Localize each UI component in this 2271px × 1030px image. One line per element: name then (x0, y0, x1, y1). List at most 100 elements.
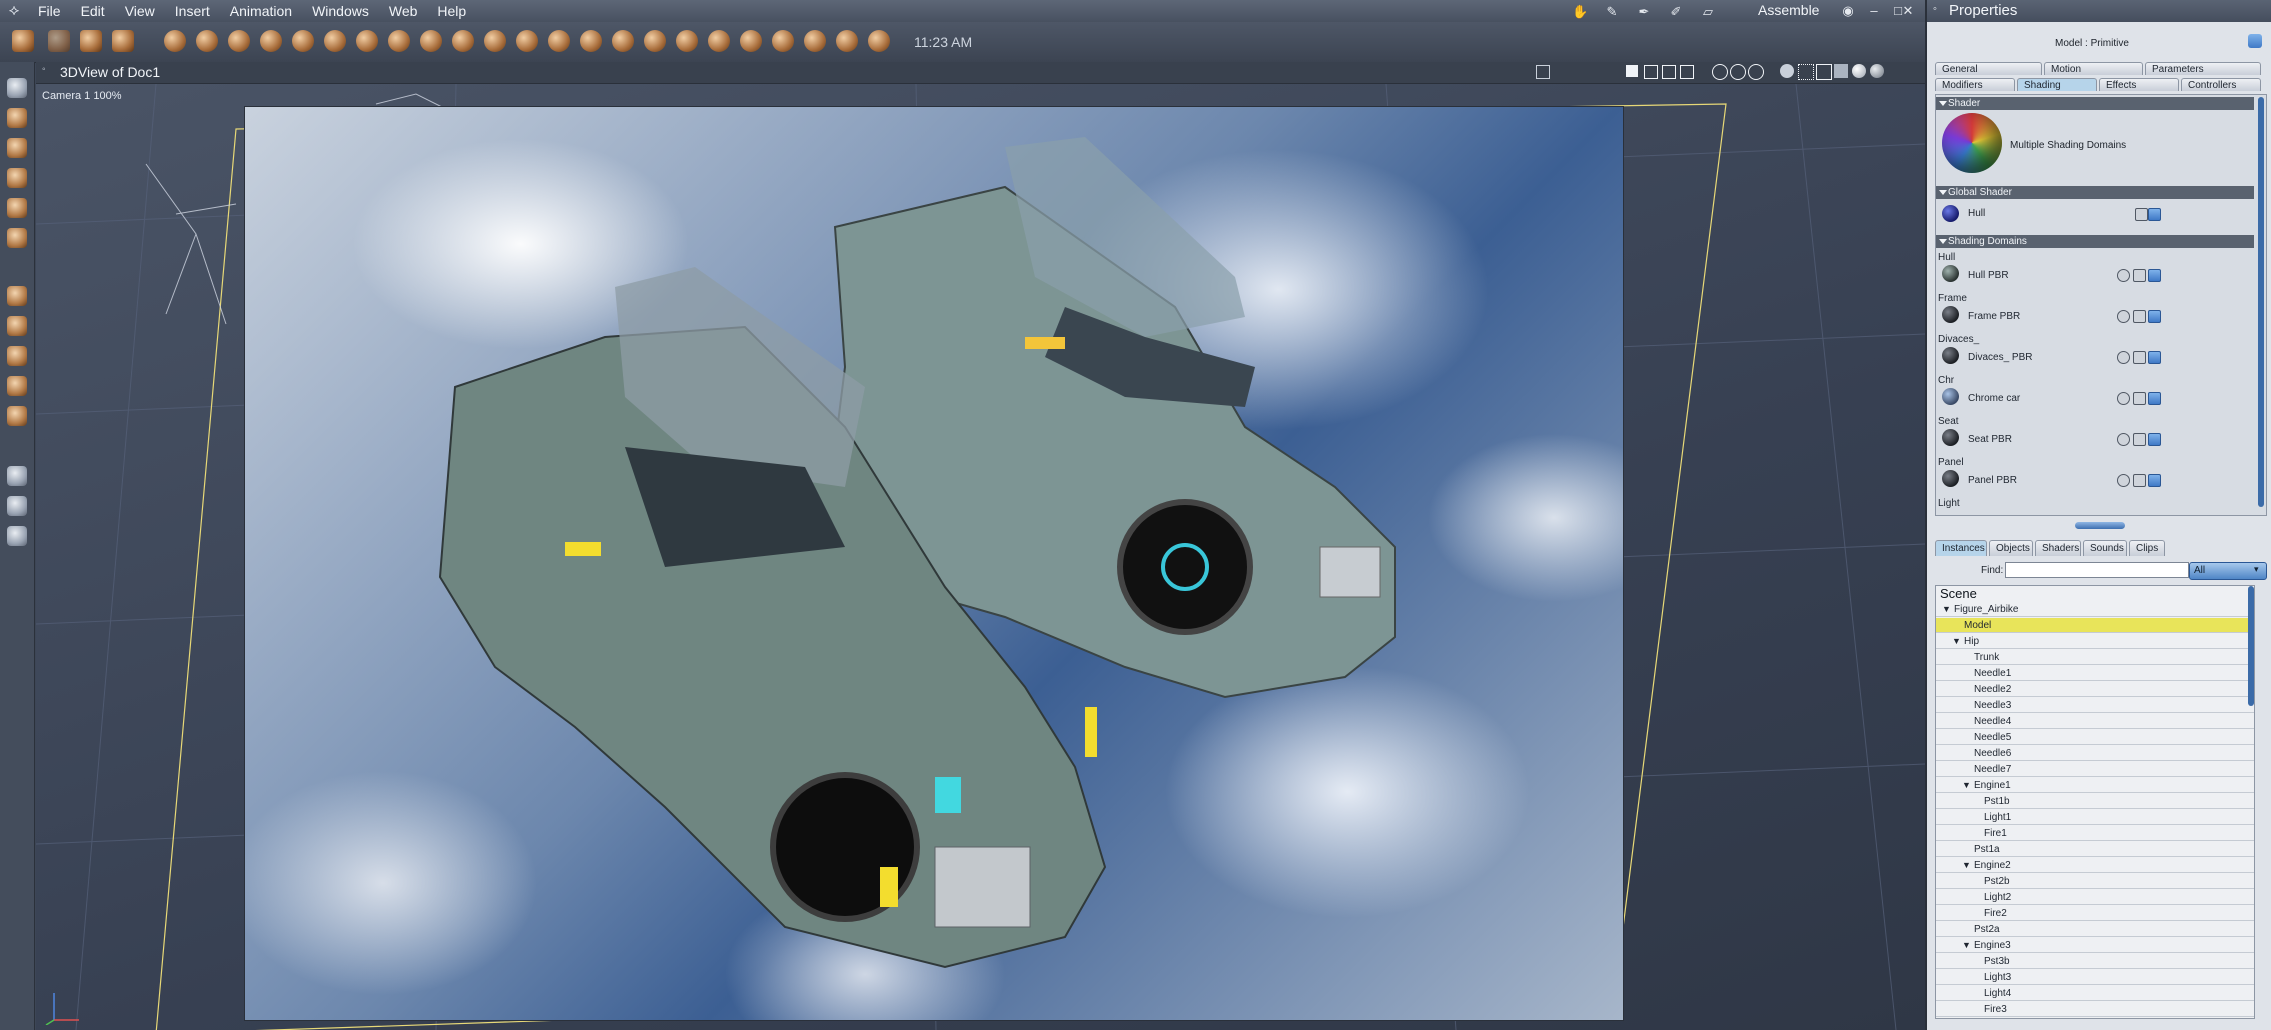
layout-four-icon[interactable] (1680, 65, 1694, 79)
global-shader-dice-icon[interactable] (2135, 208, 2148, 221)
domain-menu-icon[interactable] (2148, 310, 2161, 323)
tree-item[interactable]: Light2 (1936, 890, 2254, 905)
tree-scrollbar[interactable] (2248, 586, 2254, 706)
tab-shaders[interactable]: Shaders (2035, 540, 2081, 556)
molecule-primitive-icon[interactable] (804, 30, 826, 52)
text-primitive-icon[interactable] (324, 30, 346, 52)
gear-primitive-icon[interactable] (292, 30, 314, 52)
translate-tool-icon[interactable] (112, 30, 134, 52)
eye-icon[interactable]: ◉ (1840, 3, 1856, 19)
pan-camera-icon[interactable] (7, 286, 27, 306)
tree-item[interactable]: Needle5 (1936, 730, 2254, 745)
tree-item[interactable]: Pst2b (1936, 874, 2254, 889)
domain-ball-icon[interactable] (1942, 347, 1959, 364)
tab-sounds[interactable]: Sounds (2083, 540, 2127, 556)
tree-item[interactable]: Fire3 (1936, 1002, 2254, 1017)
camera-icon[interactable] (7, 466, 27, 486)
hand-pan-icon[interactable] (7, 496, 27, 516)
menu-view[interactable]: View (115, 3, 165, 19)
tree-item[interactable]: Fire1 (1936, 826, 2254, 841)
shading-domains-section-header[interactable]: Shading Domains (1936, 235, 2254, 248)
domain-menu-icon[interactable] (2148, 392, 2161, 405)
tab-general[interactable]: General (1935, 62, 2042, 75)
menu-file[interactable]: File (28, 3, 71, 19)
domain-link-icon[interactable] (2117, 474, 2130, 487)
tree-item[interactable]: Pst1a (1936, 842, 2254, 857)
domain-ball-icon[interactable] (1942, 470, 1959, 487)
domain-ball-icon[interactable] (1942, 265, 1959, 282)
domain-dice-icon[interactable] (2133, 474, 2146, 487)
ruler-room-icon[interactable]: ▱ (1700, 4, 1716, 20)
smooth-view-icon[interactable] (1852, 64, 1866, 78)
tree-item[interactable]: Fire2 (1936, 906, 2254, 921)
menu-animation[interactable]: Animation (220, 3, 302, 19)
tab-motion[interactable]: Motion (2044, 62, 2143, 75)
tree-item[interactable]: Needle4 (1936, 714, 2254, 729)
house-primitive-icon[interactable] (612, 30, 634, 52)
domain-link-icon[interactable] (2117, 433, 2130, 446)
tree-item[interactable]: Pst1b (1936, 794, 2254, 809)
filter-select[interactable]: All ▾ (2189, 562, 2267, 580)
domain-ball-icon[interactable] (1942, 388, 1959, 405)
tab-effects[interactable]: Effects (2099, 78, 2179, 91)
tree-item[interactable]: Pst3b (1936, 954, 2254, 969)
tree-item[interactable]: Light4 (1936, 986, 2254, 1001)
plane-primitive-icon[interactable] (388, 30, 410, 52)
dolly-camera-icon[interactable] (7, 316, 27, 336)
domain-dice-icon[interactable] (2133, 269, 2146, 282)
domain-menu-icon[interactable] (2148, 474, 2161, 487)
domain-dice-icon[interactable] (2133, 351, 2146, 364)
menu-edit[interactable]: Edit (71, 3, 115, 19)
domain-dice-icon[interactable] (2133, 392, 2146, 405)
grab-tool-icon[interactable] (48, 30, 70, 52)
expand-triangle-icon[interactable]: ▼ (1942, 602, 1951, 617)
tree-item[interactable]: Pst2a (1936, 922, 2254, 937)
tab-shading[interactable]: Shading (2017, 78, 2097, 91)
tab-instances[interactable]: Instances (1935, 540, 1987, 556)
minimize-icon[interactable]: – (1866, 3, 1882, 19)
sparkle-primitive-icon[interactable] (772, 30, 794, 52)
app-logo-icon[interactable]: ⟡ (0, 0, 28, 22)
scale-icon[interactable] (7, 168, 27, 188)
cog-primitive-icon[interactable] (516, 30, 538, 52)
domain-menu-icon[interactable] (2148, 351, 2161, 364)
menu-insert[interactable]: Insert (165, 3, 220, 19)
domain-link-icon[interactable] (2117, 310, 2130, 323)
brush-room-icon[interactable]: ✎ (1604, 4, 1620, 20)
domain-ball-icon[interactable] (1942, 429, 1959, 446)
deform-icon[interactable] (7, 228, 27, 248)
tree-item[interactable]: Needle7 (1936, 762, 2254, 777)
figure-primitive-icon[interactable] (260, 30, 282, 52)
shader-preview-ball[interactable] (1942, 113, 2002, 173)
hand-room-icon[interactable]: ✋ (1572, 4, 1588, 20)
select-arrow-icon[interactable] (7, 78, 27, 98)
tree-item[interactable]: ▼ Engine1 (1936, 778, 2254, 793)
paint-icon[interactable] (7, 198, 27, 218)
tree-item[interactable]: Needle2 (1936, 682, 2254, 697)
domain-menu-icon[interactable] (2148, 433, 2161, 446)
vase-primitive-icon[interactable] (708, 30, 730, 52)
domain-link-icon[interactable] (2117, 392, 2130, 405)
tree-item[interactable]: Model (1936, 618, 2254, 633)
propeller-primitive-icon[interactable] (420, 30, 442, 52)
cylinder-primitive-icon[interactable] (196, 30, 218, 52)
tab-objects[interactable]: Objects (1989, 540, 2033, 556)
domain-link-icon[interactable] (2117, 351, 2130, 364)
domain-dice-icon[interactable] (2133, 433, 2146, 446)
menu-windows[interactable]: Windows (302, 3, 379, 19)
expand-triangle-icon[interactable]: ▼ (1962, 778, 1971, 793)
cube-view-icon[interactable] (1816, 64, 1832, 80)
key-primitive-icon[interactable] (868, 30, 890, 52)
tree-item[interactable]: Needle3 (1936, 698, 2254, 713)
tree-item[interactable]: ▼ Engine3 (1936, 938, 2254, 953)
tree-item[interactable]: Needle1 (1936, 666, 2254, 681)
star-primitive-icon[interactable] (356, 30, 378, 52)
box-camera-icon[interactable] (7, 406, 27, 426)
domain-ball-icon[interactable] (1942, 306, 1959, 323)
solid-view-icon[interactable] (1834, 64, 1848, 78)
rotate-icon[interactable] (7, 138, 27, 158)
expand-triangle-icon[interactable]: ▼ (1962, 858, 1971, 873)
global-shader-menu-icon[interactable] (2148, 208, 2161, 221)
menu-help[interactable]: Help (427, 3, 476, 19)
find-input[interactable] (2005, 562, 2189, 578)
